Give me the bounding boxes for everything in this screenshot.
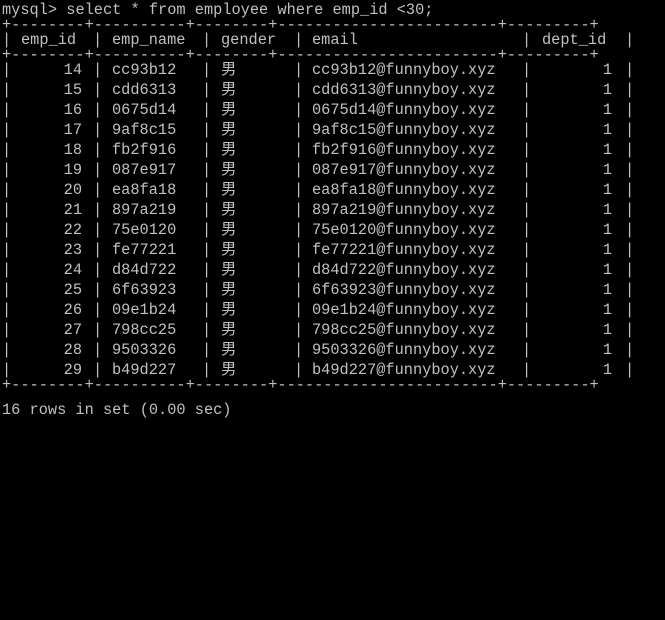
cell-gender: 男 [221,121,237,139]
table-row: | 21 | 897a219 | 男 | 897a219@funnyboy.xy… [2,201,635,219]
cell-email: fe77221@funnyboy.xyz [312,241,496,259]
cell-email: cc93b12@funnyboy.xyz [312,61,496,79]
cell-emp-name: fb2f916 [112,141,177,159]
cell-gender: 男 [221,321,237,339]
cell-emp-id: 16 [63,101,82,119]
cell-emp-id: 21 [63,201,82,219]
table-row: | 26 | 09e1b24 | 男 | 09e1b24@funnyboy.xy… [2,301,635,319]
cell-emp-name: ea8fa18 [112,181,177,199]
table-row: | 16 | 0675d14 | 男 | 0675d14@funnyboy.xy… [2,101,635,119]
cell-emp-name: 9503326 [112,341,177,359]
cell-email: d84d722@funnyboy.xyz [312,261,496,279]
cell-dept-id: 1 [602,261,612,279]
cell-emp-name: 087e917 [112,161,177,179]
cell-emp-name: 6f63923 [112,281,177,299]
cell-emp-id: 26 [63,301,82,319]
cell-emp-id: 22 [63,221,82,239]
cell-dept-id: 1 [602,221,612,239]
cell-email: 798cc25@funnyboy.xyz [312,321,496,339]
cell-emp-name: 0675d14 [112,101,177,119]
cell-dept-id: 1 [602,61,612,79]
table-border-header: +--------+----------+--------+----------… [2,46,599,64]
cell-gender: 男 [221,61,237,79]
cell-dept-id: 1 [602,141,612,159]
cell-email: 6f63923@funnyboy.xyz [312,281,496,299]
cell-emp-name: 798cc25 [112,321,177,339]
cell-gender: 男 [221,241,237,259]
table-body: | 14 | cc93b12 | 男 | cc93b12@funnyboy.xy… [2,60,665,380]
cell-dept-id: 1 [602,101,612,119]
cell-emp-name: cc93b12 [112,61,177,79]
result-summary: 16 rows in set (0.00 sec) [2,401,232,419]
cell-email: ea8fa18@funnyboy.xyz [312,181,496,199]
cell-email: 9af8c15@funnyboy.xyz [312,121,496,139]
cell-emp-id: 14 [63,61,82,79]
cell-emp-id: 28 [63,341,82,359]
cell-dept-id: 1 [602,301,612,319]
table-border-bottom: +--------+----------+--------+----------… [2,376,599,394]
cell-emp-id: 25 [63,281,82,299]
cell-email: 897a219@funnyboy.xyz [312,201,496,219]
cell-gender: 男 [221,201,237,219]
cell-emp-name: fe77221 [112,241,177,259]
cell-emp-name: d84d722 [112,261,177,279]
cell-emp-id: 15 [63,81,82,99]
cell-emp-id: 18 [63,141,82,159]
cell-emp-id: 17 [63,121,82,139]
cell-email: 087e917@funnyboy.xyz [312,161,496,179]
table-row: | 25 | 6f63923 | 男 | 6f63923@funnyboy.xy… [2,281,635,299]
table-row: | 23 | fe77221 | 男 | fe77221@funnyboy.xy… [2,241,635,259]
table-row: | 19 | 087e917 | 男 | 087e917@funnyboy.xy… [2,161,635,179]
cell-gender: 男 [221,341,237,359]
table-row: | 15 | cdd6313 | 男 | cdd6313@funnyboy.xy… [2,81,635,99]
cell-gender: 男 [221,141,237,159]
cell-dept-id: 1 [602,201,612,219]
cell-gender: 男 [221,301,237,319]
table-row: | 28 | 9503326 | 男 | 9503326@funnyboy.xy… [2,341,635,359]
cell-email: 75e0120@funnyboy.xyz [312,221,496,239]
cell-emp-id: 19 [63,161,82,179]
cell-dept-id: 1 [602,181,612,199]
table-row: | 17 | 9af8c15 | 男 | 9af8c15@funnyboy.xy… [2,121,635,139]
cell-dept-id: 1 [602,121,612,139]
cell-email: fb2f916@funnyboy.xyz [312,141,496,159]
cell-email: 0675d14@funnyboy.xyz [312,101,496,119]
table-row: | 20 | ea8fa18 | 男 | ea8fa18@funnyboy.xy… [2,181,635,199]
cell-emp-id: 27 [63,321,82,339]
cell-email: 09e1b24@funnyboy.xyz [312,301,496,319]
cell-gender: 男 [221,281,237,299]
cell-email: 9503326@funnyboy.xyz [312,341,496,359]
cell-gender: 男 [221,81,237,99]
cell-emp-name: 09e1b24 [112,301,177,319]
table-row: | 24 | d84d722 | 男 | d84d722@funnyboy.xy… [2,261,635,279]
table-row: | 14 | cc93b12 | 男 | cc93b12@funnyboy.xy… [2,61,635,79]
cell-dept-id: 1 [602,161,612,179]
cell-emp-name: 9af8c15 [112,121,177,139]
cell-emp-name: 75e0120 [112,221,177,239]
table-row: | 27 | 798cc25 | 男 | 798cc25@funnyboy.xy… [2,321,635,339]
cell-emp-id: 20 [63,181,82,199]
cell-gender: 男 [221,181,237,199]
cell-emp-id: 24 [63,261,82,279]
terminal-window[interactable]: mysql> select * from employee where emp_… [2,0,665,420]
cell-gender: 男 [221,101,237,119]
cell-gender: 男 [221,261,237,279]
table-row: | 18 | fb2f916 | 男 | fb2f916@funnyboy.xy… [2,141,635,159]
cell-emp-name: 897a219 [112,201,177,219]
cell-dept-id: 1 [602,281,612,299]
cell-gender: 男 [221,221,237,239]
cell-gender: 男 [221,161,237,179]
cell-email: cdd6313@funnyboy.xyz [312,81,496,99]
cell-dept-id: 1 [602,241,612,259]
cell-dept-id: 1 [602,341,612,359]
cell-emp-id: 23 [63,241,82,259]
table-row: | 22 | 75e0120 | 男 | 75e0120@funnyboy.xy… [2,221,635,239]
cell-dept-id: 1 [602,81,612,99]
cell-dept-id: 1 [602,321,612,339]
cell-emp-name: cdd6313 [112,81,177,99]
table-border-top: +--------+----------+--------+----------… [2,16,599,34]
